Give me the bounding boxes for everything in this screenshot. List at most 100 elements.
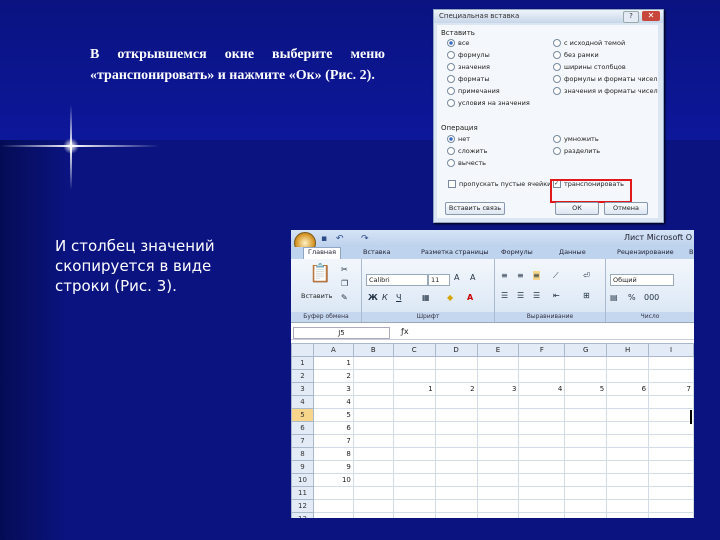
column-header[interactable]: A (312, 343, 354, 357)
cell[interactable] (606, 486, 650, 500)
tab-3[interactable]: Формулы (501, 248, 533, 256)
cell[interactable] (434, 408, 478, 422)
row-header[interactable]: 2 (291, 369, 314, 383)
row-header[interactable]: 1 (291, 356, 314, 370)
paste-link-button[interactable]: Вставить связь (445, 202, 505, 215)
op-right-option[interactable]: умножить (553, 135, 599, 143)
cell[interactable] (606, 512, 650, 518)
bold-button[interactable]: Ж (368, 293, 378, 302)
wrap-text-icon[interactable]: ⏎ (583, 271, 590, 280)
row-header[interactable]: 4 (291, 395, 314, 409)
cell[interactable] (476, 421, 520, 435)
cell[interactable] (312, 499, 354, 513)
column-header[interactable]: B (352, 343, 394, 357)
thousands-icon[interactable]: 000 (644, 293, 659, 302)
cell[interactable] (434, 486, 478, 500)
cell[interactable] (564, 395, 608, 409)
row-header[interactable]: 8 (291, 447, 314, 461)
cell[interactable] (606, 395, 650, 409)
tab-2[interactable]: Разметка страницы (421, 248, 489, 256)
cell[interactable] (392, 473, 436, 487)
cell[interactable] (564, 499, 608, 513)
cell[interactable] (352, 499, 394, 513)
cell[interactable] (434, 356, 478, 370)
cell[interactable] (476, 447, 520, 461)
cell[interactable] (392, 356, 436, 370)
column-header[interactable]: I (648, 343, 694, 357)
name-box[interactable]: J5 (293, 327, 390, 339)
cell[interactable]: 7 (648, 382, 694, 396)
cell[interactable] (434, 473, 478, 487)
cell[interactable] (648, 473, 694, 487)
column-header[interactable]: G (564, 343, 608, 357)
cell[interactable] (312, 512, 354, 518)
cell[interactable] (648, 447, 694, 461)
row-header[interactable]: 12 (291, 499, 314, 513)
cell[interactable] (518, 447, 566, 461)
cell[interactable] (392, 421, 436, 435)
cell[interactable] (648, 486, 694, 500)
cell[interactable] (434, 447, 478, 461)
op-left-option[interactable]: сложить (447, 147, 487, 155)
cell[interactable] (648, 460, 694, 474)
align-top-icon[interactable]: ≡ (501, 271, 508, 280)
cell[interactable] (352, 473, 394, 487)
cell[interactable] (434, 421, 478, 435)
column-header[interactable]: E (476, 343, 520, 357)
cell[interactable] (352, 408, 394, 422)
column-header[interactable]: C (392, 343, 436, 357)
tab-1[interactable]: Вставка (363, 248, 391, 256)
cell[interactable] (518, 499, 566, 513)
cell[interactable]: 5 (312, 408, 354, 422)
cell[interactable] (352, 434, 394, 448)
cancel-button[interactable]: Отмена (604, 202, 648, 215)
row-header[interactable]: 11 (291, 486, 314, 500)
orientation-icon[interactable]: ⟋ (553, 271, 559, 281)
paste-left-option[interactable]: все (447, 39, 469, 47)
cell[interactable] (392, 447, 436, 461)
op-left-option[interactable]: нет (447, 135, 470, 143)
cell[interactable] (518, 486, 566, 500)
cell[interactable] (518, 512, 566, 518)
cell[interactable] (352, 447, 394, 461)
cell[interactable] (518, 460, 566, 474)
cell[interactable] (564, 486, 608, 500)
paste-right-option[interactable]: ширины столбцов (553, 63, 626, 71)
cell[interactable] (476, 512, 520, 518)
cell[interactable]: 4 (518, 382, 566, 396)
cell[interactable] (606, 499, 650, 513)
cell[interactable] (648, 512, 694, 518)
font-color-icon[interactable]: A (467, 293, 473, 302)
borders-icon[interactable]: ▦ (422, 293, 430, 302)
cell[interactable]: 4 (312, 395, 354, 409)
cell[interactable] (564, 421, 608, 435)
save-icon[interactable]: ▪ (321, 234, 327, 244)
skip-blanks-checkbox[interactable]: пропускать пустые ячейки (448, 180, 551, 188)
cell[interactable] (392, 369, 436, 383)
undo-icon[interactable]: ↶ (336, 234, 344, 244)
indent-icon[interactable]: ⇤ (553, 291, 560, 300)
column-header[interactable]: F (518, 343, 566, 357)
cell[interactable] (476, 460, 520, 474)
cell[interactable] (564, 512, 608, 518)
cell[interactable] (564, 460, 608, 474)
cell[interactable] (606, 408, 650, 422)
cell[interactable] (564, 356, 608, 370)
grow-font-icon[interactable]: A (454, 273, 459, 282)
cell[interactable]: 9 (312, 460, 354, 474)
cell[interactable] (352, 486, 394, 500)
cut-icon[interactable]: ✂ (341, 265, 348, 274)
cell[interactable] (564, 369, 608, 383)
row-header[interactable]: 5 (291, 408, 314, 422)
cell[interactable] (518, 369, 566, 383)
cell[interactable] (352, 395, 394, 409)
cell[interactable]: 3 (476, 382, 520, 396)
op-left-option[interactable]: вычесть (447, 159, 486, 167)
font-name-box[interactable]: Calibri (366, 274, 428, 286)
row-header[interactable]: 10 (291, 473, 314, 487)
cell[interactable] (606, 460, 650, 474)
select-all-corner[interactable] (291, 343, 314, 357)
cell[interactable] (648, 408, 694, 422)
cell[interactable] (476, 473, 520, 487)
cell[interactable] (476, 499, 520, 513)
